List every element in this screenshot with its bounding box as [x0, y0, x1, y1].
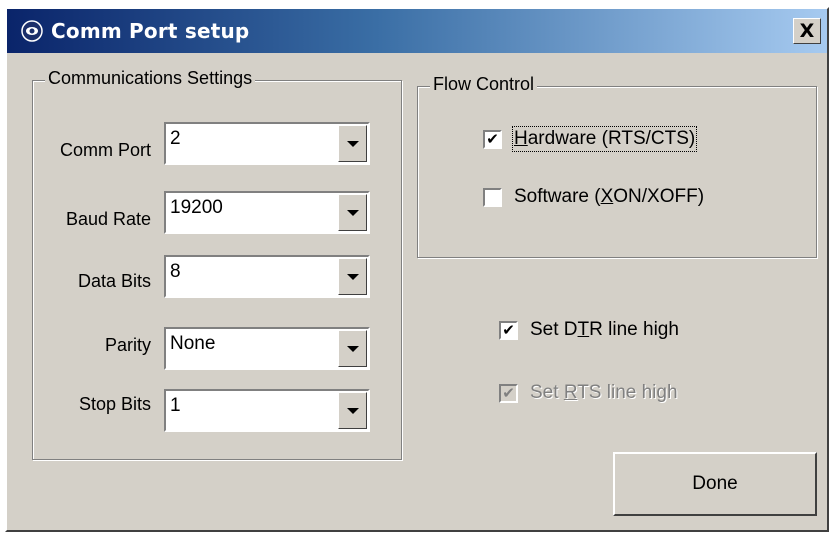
flow-control-legend: Flow Control — [430, 74, 538, 95]
stop-bits-select[interactable]: 1 — [164, 389, 370, 432]
rts-line-label: Set RTS line high — [530, 382, 678, 403]
dtr-line-label: Set DTR line high — [530, 319, 679, 340]
stop-bits-value: 1 — [170, 395, 181, 416]
software-flow-checkbox[interactable]: Software (XON/XOFF) — [483, 186, 704, 208]
communications-settings-legend: Communications Settings — [45, 68, 256, 89]
comm-port-value: 2 — [170, 128, 181, 149]
close-button[interactable]: X — [793, 18, 821, 44]
stop-bits-label: Stop Bits — [78, 394, 151, 414]
comm-port-dialog: Comm Port setup X Communications Setting… — [5, 7, 829, 532]
chevron-down-icon — [346, 209, 359, 216]
parity-dropdown-button[interactable] — [338, 330, 367, 367]
done-button[interactable]: Done — [613, 452, 817, 516]
data-bits-select[interactable]: 8 — [164, 255, 370, 298]
data-bits-dropdown-button[interactable] — [338, 258, 367, 295]
data-bits-label: Data Bits — [77, 271, 151, 291]
dtr-line-checkbox[interactable]: ✔ Set DTR line high — [499, 319, 679, 341]
parity-value: None — [170, 333, 216, 354]
parity-select[interactable]: None — [164, 327, 370, 370]
close-icon: X — [799, 20, 815, 42]
dtr-line-checkbox-box[interactable]: ✔ — [499, 320, 518, 340]
chevron-down-icon — [346, 345, 359, 352]
baud-rate-dropdown-button[interactable] — [338, 194, 367, 231]
baud-rate-select[interactable]: 19200 — [164, 191, 370, 234]
rts-line-checkbox: ✔ Set RTS line high — [499, 382, 678, 404]
title-bar[interactable]: Comm Port setup X — [7, 9, 827, 53]
baud-rate-label: Baud Rate — [65, 209, 151, 229]
checkmark-icon: ✔ — [486, 129, 499, 148]
flow-control-group: Flow Control — [417, 74, 817, 258]
hardware-flow-checkbox[interactable]: ✔ Hardware (RTS/CTS) — [483, 126, 698, 152]
app-icon — [21, 20, 43, 42]
hardware-flow-label: Hardware (RTS/CTS) — [511, 126, 698, 152]
parity-label: Parity — [104, 335, 151, 355]
checkmark-icon: ✔ — [502, 320, 515, 339]
stop-bits-dropdown-button[interactable] — [338, 392, 367, 429]
window-title: Comm Port setup — [51, 19, 250, 43]
baud-rate-value: 19200 — [170, 197, 223, 218]
hardware-flow-checkbox-box[interactable]: ✔ — [483, 129, 502, 149]
software-flow-label: Software (XON/XOFF) — [514, 186, 705, 207]
chevron-down-icon — [346, 273, 359, 280]
data-bits-value: 8 — [170, 261, 181, 282]
comm-port-dropdown-button[interactable] — [338, 125, 367, 162]
chevron-down-icon — [346, 407, 359, 414]
rts-line-checkbox-box: ✔ — [499, 383, 518, 403]
software-flow-checkbox-box[interactable] — [483, 187, 502, 207]
checkmark-icon: ✔ — [502, 383, 515, 402]
comm-port-select[interactable]: 2 — [164, 122, 370, 165]
chevron-down-icon — [346, 140, 359, 147]
comm-port-label: Comm Port — [59, 140, 151, 160]
